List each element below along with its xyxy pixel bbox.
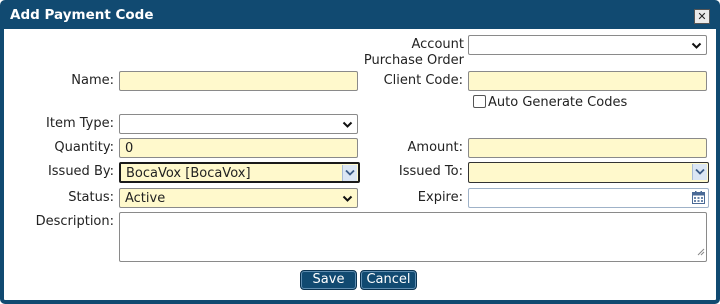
account-label-line2: Purchase Order: [363, 53, 464, 68]
issued-by-select[interactable]: BocaVox [BocaVox]: [119, 162, 360, 183]
client-code-input[interactable]: [468, 71, 707, 91]
calendar-icon[interactable]: [692, 191, 705, 207]
chevron-down-icon: [692, 164, 707, 180]
expire-label: Expire:: [417, 190, 463, 205]
add-payment-code-dialog: Add Payment Code ✕ Account Purchase Orde…: [0, 0, 720, 304]
dialog-title: Add Payment Code: [10, 7, 154, 23]
chevron-down-icon: [342, 119, 353, 130]
item-type-label: Item Type:: [46, 116, 114, 131]
chevron-down-icon: [691, 40, 702, 51]
quantity-input-value: 0: [125, 141, 134, 156]
quantity-label: Quantity:: [54, 140, 114, 155]
name-input[interactable]: [119, 71, 358, 91]
issued-to-label: Issued To:: [398, 164, 463, 179]
close-icon: ✕: [697, 10, 707, 23]
close-button[interactable]: ✕: [694, 9, 710, 24]
status-select[interactable]: Active: [119, 188, 358, 208]
issued-to-select[interactable]: [468, 162, 709, 183]
amount-label: Amount:: [407, 140, 463, 155]
description-label: Description:: [35, 214, 114, 229]
status-label: Status:: [68, 190, 114, 205]
amount-input[interactable]: [468, 138, 707, 158]
client-code-label: Client Code:: [383, 73, 463, 88]
save-button[interactable]: Save: [300, 270, 357, 290]
description-textarea[interactable]: [119, 212, 707, 262]
dialog-titlebar[interactable]: Add Payment Code ✕: [4, 4, 716, 29]
quantity-input[interactable]: 0: [119, 138, 358, 158]
auto-generate-checkbox[interactable]: [473, 95, 486, 108]
cancel-button[interactable]: Cancel: [360, 270, 417, 290]
resize-grip-icon[interactable]: [697, 245, 705, 260]
status-select-value: Active: [125, 191, 166, 206]
account-label: Account Purchase Order: [344, 37, 464, 68]
item-type-select[interactable]: [119, 114, 358, 134]
issued-by-select-value: BocaVox [BocaVox]: [126, 166, 251, 181]
issued-by-label: Issued By:: [47, 164, 114, 179]
auto-generate-label: Auto Generate Codes: [488, 95, 628, 110]
account-label-line1: Account: [411, 37, 465, 52]
name-label: Name:: [71, 73, 114, 88]
expire-date-input[interactable]: [468, 188, 709, 208]
account-select[interactable]: [468, 35, 707, 55]
